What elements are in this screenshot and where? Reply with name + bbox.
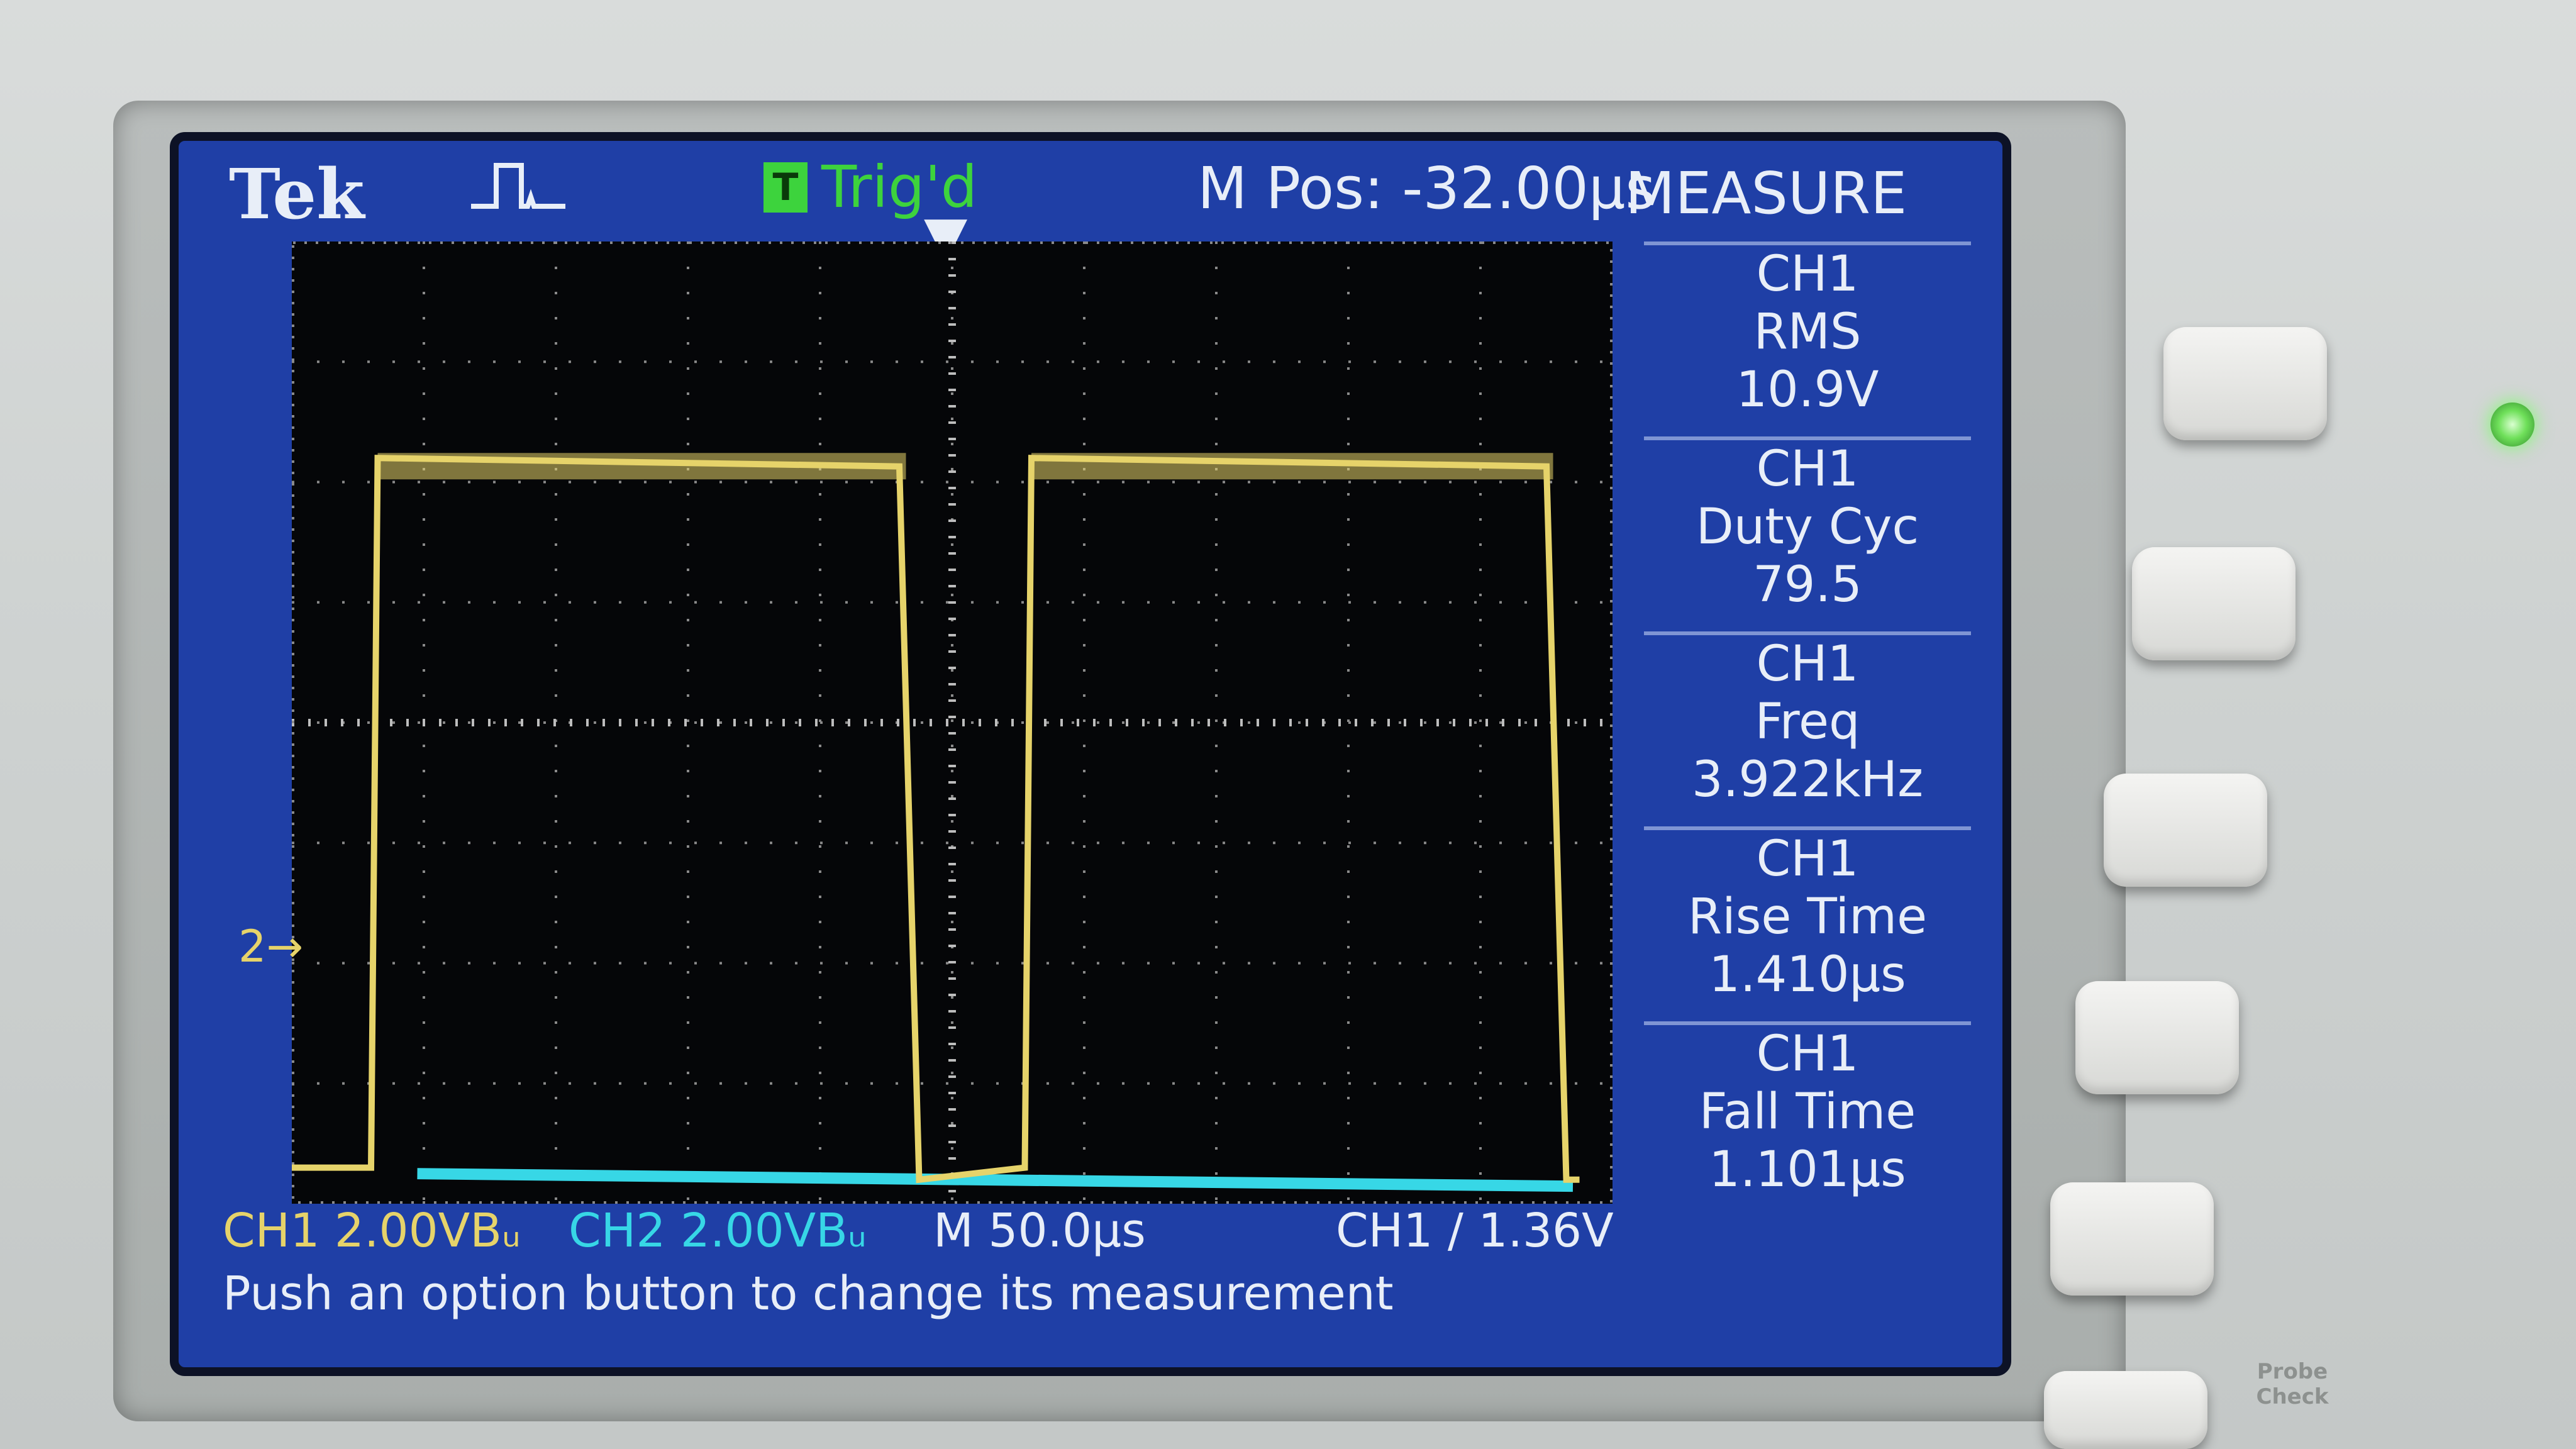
- option-button-6[interactable]: [2044, 1371, 2207, 1449]
- option-button-4[interactable]: [2075, 981, 2239, 1094]
- waveform-display: [292, 242, 1613, 1204]
- measurement-name: Fall Time: [1699, 1084, 1916, 1140]
- measurement-source: CH1: [1756, 1026, 1859, 1082]
- graticule-border: [292, 242, 1613, 1204]
- svg-text:Check: Check: [2257, 1384, 2329, 1409]
- measurement-5[interactable]: CH1 Fall Time 1.101µs: [1644, 1021, 1971, 1208]
- measurement-source: CH1: [1756, 831, 1859, 887]
- horizontal-position: M Pos: -32.00µs: [1197, 155, 1656, 222]
- measurement-3[interactable]: CH1 Freq 3.922kHz: [1644, 631, 1971, 818]
- svg-text:Probe: Probe: [2257, 1359, 2328, 1384]
- menu-title: MEASURE: [1625, 160, 1907, 227]
- measurement-name: RMS: [1753, 304, 1862, 360]
- option-button-2[interactable]: [2132, 547, 2296, 660]
- ch2-trace: [417, 1168, 1574, 1192]
- power-led-icon: [2490, 402, 2534, 447]
- measurement-source: CH1: [1756, 246, 1859, 303]
- brand-logo: Tek: [229, 153, 365, 235]
- measurement-value: 79.5: [1753, 557, 1862, 613]
- measurement-1[interactable]: CH1 RMS 10.9V: [1644, 242, 1971, 428]
- probe-check-label: Probe Check: [2251, 1358, 2333, 1413]
- measurement-value: 1.101µs: [1709, 1141, 1906, 1198]
- measurement-2[interactable]: CH1 Duty Cyc 79.5: [1644, 436, 1971, 623]
- trigger-readout: CH1 ∕ 1.36V: [1336, 1204, 1614, 1258]
- trigger-badge-icon: T: [763, 162, 808, 213]
- measurement-value: 1.410µs: [1709, 947, 1906, 1003]
- help-text: Push an option button to change its meas…: [223, 1267, 1394, 1321]
- measurement-source: CH1: [1756, 636, 1859, 692]
- measure-panel: CH1 RMS 10.9V CH1 Duty Cyc 79.5 CH1 Freq…: [1644, 242, 1971, 1204]
- oscilloscope-screen: Tek T Trig'd M Pos: -32.00µs MEASURE ▼ 2…: [170, 132, 2011, 1376]
- measurement-value: 10.9V: [1736, 362, 1879, 418]
- ch1-noise-band: [377, 453, 906, 480]
- probe-check-logo-icon: Probe Check: [2257, 1359, 2329, 1409]
- ground-marker: 2→: [238, 921, 304, 972]
- graticule: [292, 242, 1613, 1204]
- option-button-1[interactable]: [2163, 327, 2327, 440]
- option-button-3[interactable]: [2104, 774, 2267, 887]
- measurement-name: Rise Time: [1687, 889, 1928, 945]
- timebase: M 50.0µs: [933, 1204, 1146, 1258]
- ch2-scale: CH2 2.00VBᵤ: [569, 1204, 867, 1258]
- measurement-name: Duty Cyc: [1696, 499, 1919, 555]
- ch1-scale: CH1 2.00VBᵤ: [223, 1204, 521, 1258]
- measurement-source: CH1: [1756, 441, 1859, 497]
- ch1-noise-band: [1031, 453, 1553, 480]
- ch1-trace: [292, 455, 1580, 1184]
- measurement-4[interactable]: CH1 Rise Time 1.410µs: [1644, 826, 1971, 1013]
- measurement-name: Freq: [1755, 694, 1860, 750]
- measurement-value: 3.922kHz: [1691, 752, 1924, 808]
- option-button-5[interactable]: [2050, 1182, 2214, 1296]
- pulse-icon: [468, 156, 569, 226]
